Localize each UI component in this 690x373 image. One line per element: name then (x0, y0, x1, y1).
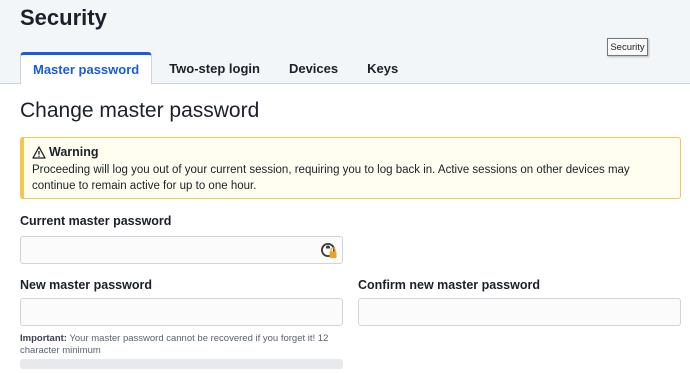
current-password-input[interactable] (21, 237, 342, 263)
password-hint: Important: Your master password cannot b… (20, 333, 340, 357)
password-manager-icon[interactable] (320, 242, 338, 260)
hint-important-label: Important: (20, 333, 67, 344)
warning-callout: Warning Proceeding will log you out of y… (20, 137, 681, 199)
tab-master-password[interactable]: Master password (20, 52, 153, 85)
current-password-field (20, 236, 343, 264)
new-password-input[interactable] (21, 299, 342, 325)
confirm-password-label: Confirm new master password (358, 278, 540, 292)
warning-heading: Warning (32, 145, 670, 159)
confirm-password-input[interactable] (359, 299, 680, 325)
warning-heading-text: Warning (49, 145, 99, 159)
confirm-password-field (358, 298, 681, 326)
tab-bar: Master password Two-step login Devices K… (20, 52, 415, 85)
tooltip: Security (607, 38, 648, 56)
page-header: Security Master password Two-step login … (0, 0, 690, 85)
tab-keys[interactable]: Keys (355, 52, 410, 85)
tab-devices[interactable]: Devices (277, 52, 350, 85)
warning-body: Proceeding will log you out of your curr… (32, 164, 630, 192)
warning-icon (32, 145, 46, 159)
section-title: Change master password (20, 99, 260, 122)
tab-two-step-login[interactable]: Two-step login (157, 52, 272, 85)
hint-text: Your master password cannot be recovered… (20, 333, 329, 356)
new-password-label: New master password (20, 278, 152, 292)
current-password-label: Current master password (20, 214, 172, 228)
new-password-field (20, 298, 343, 326)
page-title: Security (20, 5, 107, 30)
password-strength-meter (20, 359, 343, 369)
